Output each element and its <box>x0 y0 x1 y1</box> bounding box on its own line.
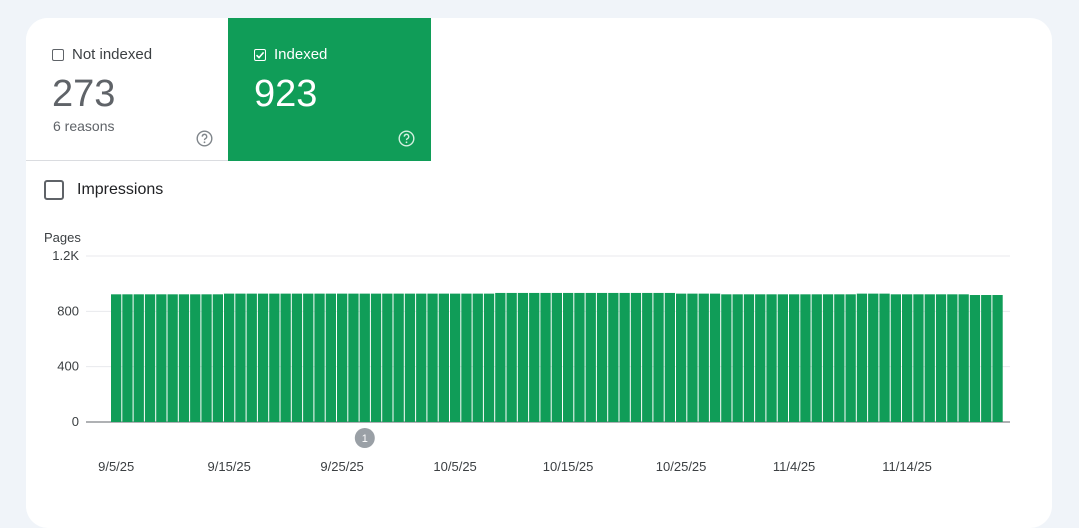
bar[interactable] <box>246 293 257 422</box>
bar[interactable] <box>811 294 822 422</box>
bar[interactable] <box>585 292 596 422</box>
bar[interactable] <box>958 294 969 422</box>
bar[interactable] <box>337 293 348 422</box>
bar[interactable] <box>382 293 393 422</box>
bar[interactable] <box>969 295 981 422</box>
bar[interactable] <box>416 293 427 422</box>
bar[interactable] <box>777 294 788 422</box>
bar[interactable] <box>789 294 800 422</box>
bar[interactable] <box>472 293 483 422</box>
x-tick-label: 11/14/25 <box>882 459 932 474</box>
bar[interactable] <box>291 293 303 422</box>
bar[interactable] <box>800 294 811 422</box>
bar[interactable] <box>201 294 212 422</box>
bar[interactable] <box>212 294 223 422</box>
bar[interactable] <box>619 292 630 422</box>
y-tick-label: 1.2K <box>52 248 79 263</box>
bar[interactable] <box>902 294 913 422</box>
bar[interactable] <box>992 295 1003 422</box>
bar[interactable] <box>721 294 732 422</box>
bar[interactable] <box>653 292 664 422</box>
bar[interactable] <box>563 292 574 422</box>
y-tick-label: 800 <box>57 303 79 318</box>
bar[interactable] <box>664 292 675 422</box>
bar[interactable] <box>540 292 551 422</box>
bar[interactable] <box>709 293 721 422</box>
bar[interactable] <box>676 293 687 422</box>
bar[interactable] <box>506 292 517 422</box>
bar[interactable] <box>404 293 416 422</box>
bar[interactable] <box>427 293 438 422</box>
bar[interactable] <box>257 293 269 422</box>
annotation-label: 1 <box>362 433 368 445</box>
y-tick-label: 0 <box>72 414 79 429</box>
x-tick-label: 9/25/25 <box>320 459 363 474</box>
bar[interactable] <box>642 292 653 422</box>
bar[interactable] <box>834 294 845 422</box>
bar[interactable] <box>935 294 947 422</box>
bar[interactable] <box>280 293 291 422</box>
bar[interactable] <box>551 292 562 422</box>
bar[interactable] <box>495 292 506 422</box>
bar[interactable] <box>303 293 314 422</box>
x-tick-label: 10/5/25 <box>433 459 476 474</box>
bar[interactable] <box>766 294 777 422</box>
bar[interactable] <box>529 292 540 422</box>
bar[interactable] <box>235 293 246 422</box>
x-tick-label: 10/25/25 <box>656 459 707 474</box>
x-tick-label: 9/15/25 <box>208 459 251 474</box>
bar[interactable] <box>483 293 495 422</box>
bar[interactable] <box>167 294 178 422</box>
bar[interactable] <box>687 293 698 422</box>
y-tick-label: 400 <box>57 359 79 374</box>
x-tick-label: 11/4/25 <box>773 459 815 474</box>
bar[interactable] <box>450 293 461 422</box>
bar[interactable] <box>924 294 935 422</box>
bar[interactable] <box>461 293 472 422</box>
bar[interactable] <box>269 293 280 422</box>
bar[interactable] <box>517 292 529 422</box>
indexed-pages-chart: 0 400 800 1.2K 9/5/25 9/15/25 9/25/25 10/5/25 10… <box>52 248 1010 474</box>
bar[interactable] <box>325 293 336 422</box>
bar[interactable] <box>630 292 642 422</box>
bar[interactable] <box>698 293 709 422</box>
bar[interactable] <box>755 294 766 422</box>
bar[interactable] <box>111 294 122 422</box>
bar[interactable] <box>370 293 382 422</box>
bar[interactable] <box>890 294 901 422</box>
bar[interactable] <box>393 293 404 422</box>
bar[interactable] <box>122 294 133 422</box>
bar[interactable] <box>879 293 890 422</box>
bar[interactable] <box>743 294 755 422</box>
bar[interactable] <box>224 293 235 422</box>
bar[interactable] <box>144 294 156 422</box>
bar[interactable] <box>348 293 359 422</box>
bar[interactable] <box>732 294 743 422</box>
bar[interactable] <box>868 293 879 422</box>
bar[interactable] <box>359 293 370 422</box>
bar[interactable] <box>596 292 608 422</box>
bar[interactable] <box>133 294 144 422</box>
x-tick-label: 10/15/25 <box>543 459 594 474</box>
bar[interactable] <box>947 294 958 422</box>
bar[interactable] <box>438 293 449 422</box>
bar[interactable] <box>608 292 619 422</box>
bar[interactable] <box>856 293 868 422</box>
bar[interactable] <box>822 294 834 422</box>
x-tick-label: 9/5/25 <box>98 459 134 474</box>
bar[interactable] <box>178 294 190 422</box>
bar[interactable] <box>190 294 201 422</box>
bar[interactable] <box>574 292 585 422</box>
bar[interactable] <box>156 294 167 422</box>
bar[interactable] <box>845 294 856 422</box>
bar[interactable] <box>981 295 992 422</box>
bar[interactable] <box>913 294 924 422</box>
bar[interactable] <box>314 293 325 422</box>
